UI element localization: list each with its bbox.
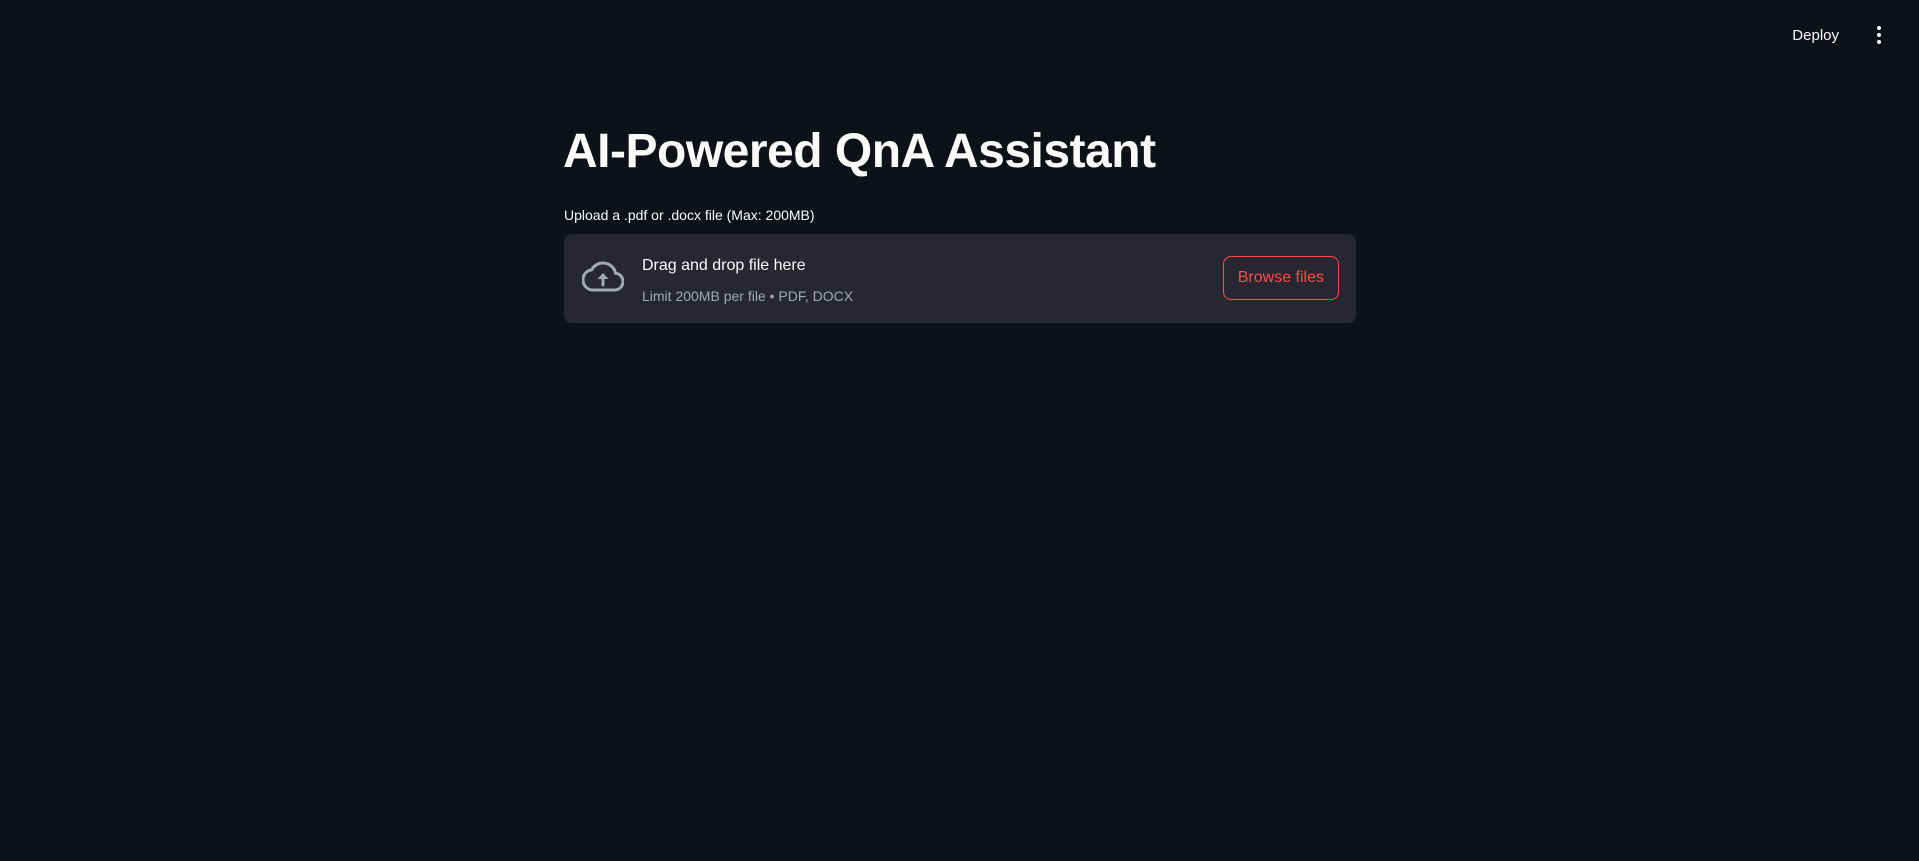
cloud-upload-icon — [582, 261, 624, 292]
page-title: AI-Powered QnA Assistant — [563, 125, 1156, 178]
more-vertical-icon[interactable] — [1867, 23, 1891, 47]
file-uploader-label: Upload a .pdf or .docx file (Max: 200MB) — [564, 207, 815, 223]
browse-files-button[interactable]: Browse files — [1222, 256, 1339, 300]
file-dropzone[interactable]: Drag and drop file here Limit 200MB per … — [564, 234, 1356, 323]
app-header: Deploy — [1782, 0, 1919, 70]
deploy-button[interactable]: Deploy — [1782, 21, 1849, 50]
menu-dot — [1877, 26, 1881, 30]
dropzone-title: Drag and drop file here — [642, 257, 806, 274]
menu-dot — [1877, 33, 1881, 37]
menu-dot — [1877, 40, 1881, 44]
app-root: Deploy AI-Powered QnA Assistant Upload a… — [0, 0, 1919, 861]
dropzone-limit-text: Limit 200MB per file • PDF, DOCX — [642, 288, 854, 304]
